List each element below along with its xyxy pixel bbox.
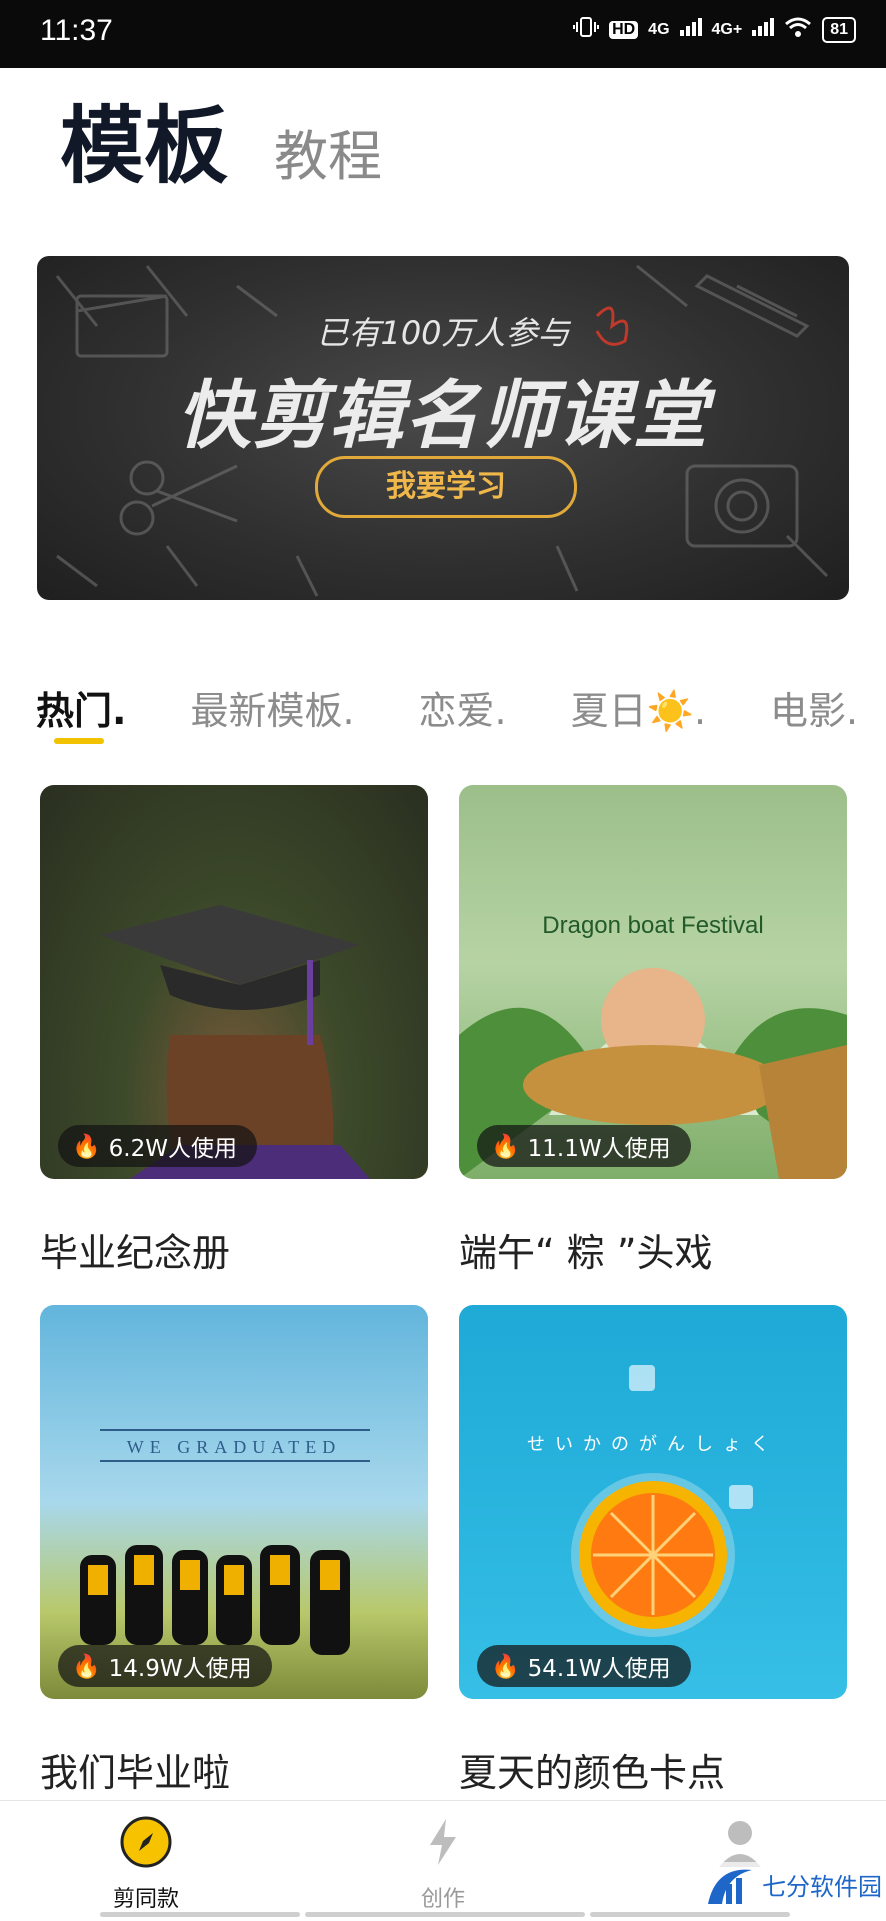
template-title[interactable]: 端午“ 粽 ”头戏 [459,1222,713,1277]
watermark: 七分软件园 [706,1862,882,1906]
battery-icon: 81 [822,16,856,43]
banner-subtitle: 已有100万人参与 [316,314,570,352]
usage-count: 54.1W人使用 [527,1656,671,1682]
gesture-bar [305,1912,585,1917]
watermark-text: 七分软件园 [762,1872,882,1901]
usage-count: 11.1W人使用 [527,1136,671,1162]
category-tab-summer[interactable]: 夏日☀️. [571,680,706,735]
status-bar: 11:37 HD 4G 4G+ 81 [0,0,886,68]
status-icons: HD 4G 4G+ 81 [573,16,856,43]
fire-icon: 🔥 [491,1653,520,1680]
template-card[interactable]: せいかのがんしょく 🔥 54.1W人使用 [459,1305,847,1699]
fire-icon: 🔥 [72,1653,101,1680]
overlay-text: WE GRADUATED [127,1437,341,1457]
usage-badge: 🔥 14.9W人使用 [58,1645,272,1687]
template-title[interactable]: 夏天的颜色卡点 [459,1742,725,1797]
nav-label: 剪同款 [112,1887,179,1912]
usage-count: 6.2W人使用 [108,1136,237,1162]
header-tabs: 模板 教程 [60,104,382,188]
nav-label: 创作 [420,1887,465,1912]
dragon-boat-image: Dragon boat Festival [459,912,847,1179]
status-time: 11:37 [40,14,113,47]
lightning-icon [430,1819,456,1865]
promo-banner[interactable]: 已有100万人参与 快剪辑名师课堂 我要学习 [37,256,849,600]
category-tab-love[interactable]: 恋爱. [419,680,507,735]
signal-icon [679,18,702,41]
graduates-image: WE GRADUATED [80,1429,370,1655]
usage-badge: 🔥 11.1W人使用 [477,1125,691,1167]
template-card[interactable]: Dragon boat Festival 🔥 11.1W人使用 [459,785,847,1179]
hd-icon: HD [609,20,639,39]
wifi-icon [784,16,812,43]
signal-icon [752,18,775,41]
category-tab-hot[interactable]: 热门. [36,680,126,744]
compass-icon [120,1816,172,1868]
usage-badge: 🔥 54.1W人使用 [477,1645,691,1687]
nav-item-same-style[interactable]: 剪同款 [66,1815,226,1913]
watermark-logo-icon [708,1869,752,1904]
overlay-text: Dragon boat Festival [542,912,763,939]
category-tab-movie[interactable]: 电影. [770,680,858,735]
signal-1-label: 4G [648,20,670,38]
template-title[interactable]: 毕业纪念册 [40,1222,230,1277]
template-card[interactable]: WE GRADUATED 🔥 14.9W人使用 [40,1305,428,1699]
fire-icon: 🔥 [72,1133,101,1160]
nav-item-create[interactable]: 创作 [363,1815,523,1913]
gesture-bar [590,1912,790,1917]
signal-2-label: 4G+ [711,20,743,38]
category-tabs: 热门. 最新模板. 恋爱. 夏日☀️. 电影. [36,680,858,744]
banner-title: 快剪辑名师课堂 [177,373,709,459]
template-title[interactable]: 我们毕业啦 [40,1742,230,1797]
tab-templates[interactable]: 模板 [60,104,228,188]
vibrate-icon [573,16,600,43]
template-card[interactable]: 🔥 6.2W人使用 [40,785,428,1179]
orange-image: せいかのがんしょく [527,1365,779,1637]
usage-badge: 🔥 6.2W人使用 [58,1125,257,1167]
category-tab-newest[interactable]: 最新模板. [190,680,354,735]
fire-icon: 🔥 [491,1133,520,1160]
tab-tutorials[interactable]: 教程 [274,130,382,184]
usage-count: 14.9W人使用 [108,1656,252,1682]
graduation-cap-image [100,905,370,1179]
overlay-text: せいかのがんしょく [527,1434,779,1455]
learn-button[interactable]: 我要学习 [315,456,577,518]
gesture-bar [100,1912,300,1917]
person-icon [719,1821,761,1867]
